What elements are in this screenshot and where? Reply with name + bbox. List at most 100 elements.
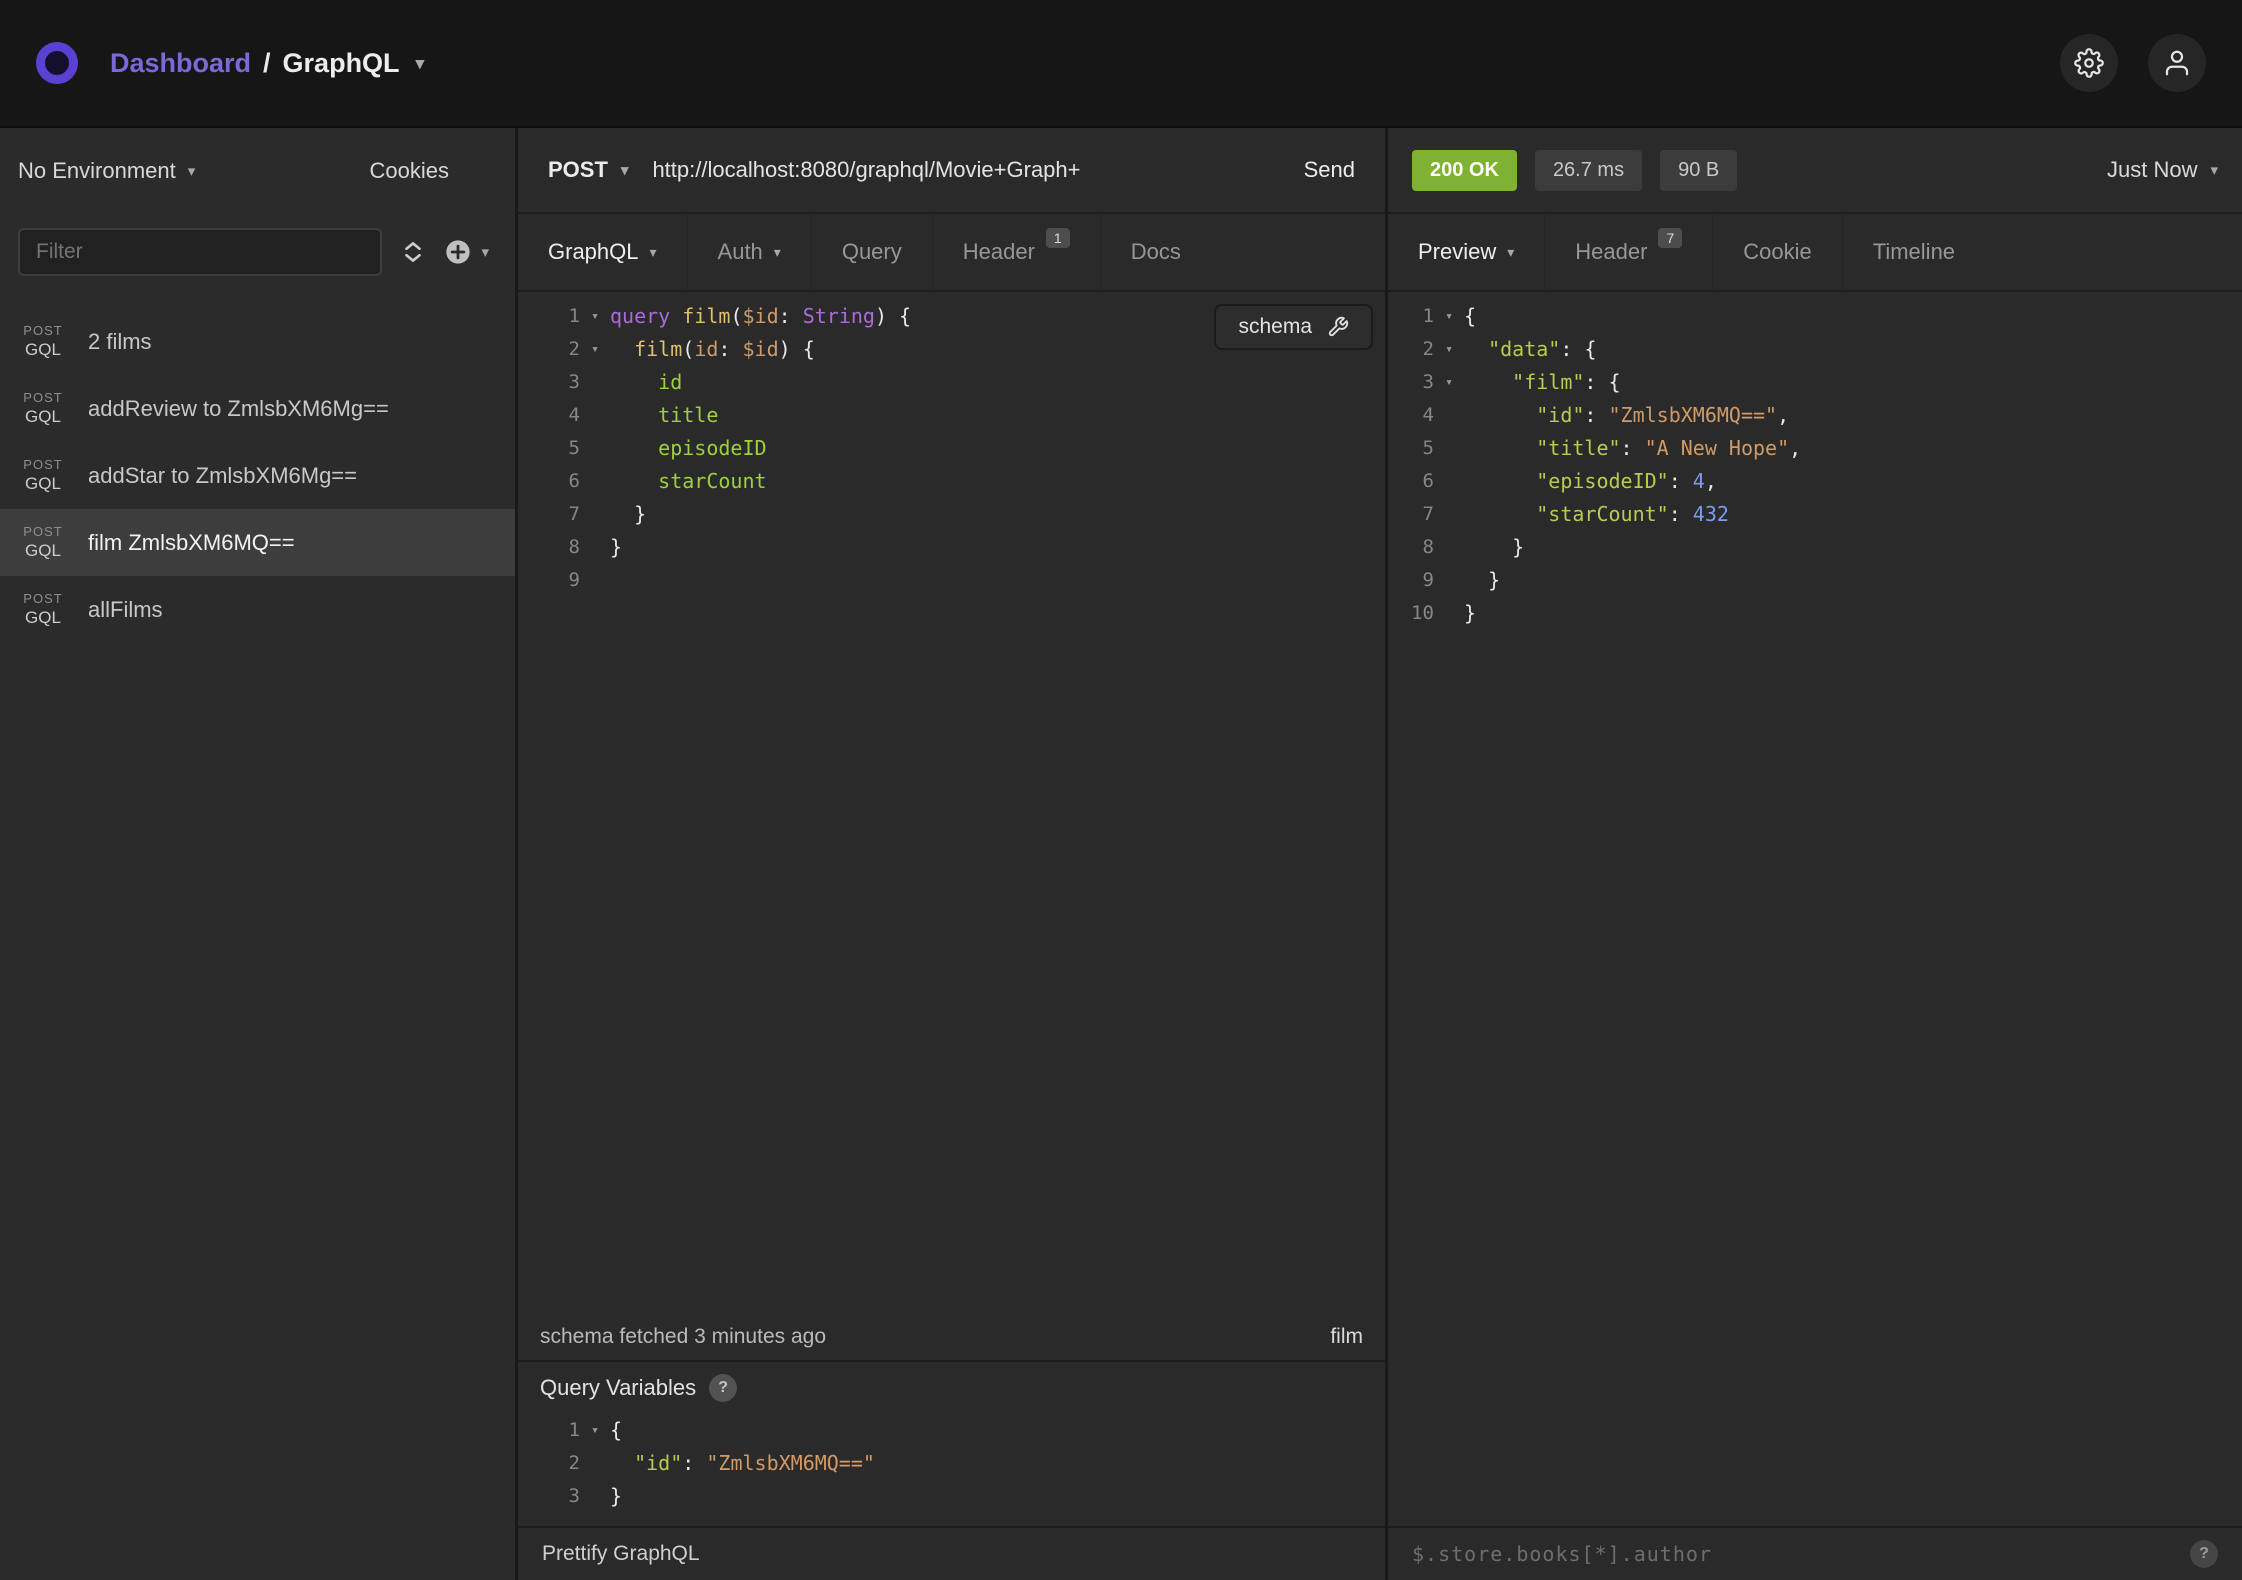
request-list-item[interactable]: POSTGQL 2 films [0, 308, 515, 375]
response-filter-input[interactable]: $.store.books[*].author [1412, 1542, 2176, 1566]
tab-timeline[interactable]: Timeline [1842, 214, 1985, 290]
environment-selector[interactable]: No Environment ▾ [18, 158, 195, 184]
history-chevron-down-icon: ▾ [2210, 163, 2218, 178]
response-body[interactable]: 1▾{2▾ "data": {3▾ "film": {4 "id": "Zmls… [1388, 292, 2242, 1526]
code-line: 2 "id": "ZmlsbXM6MQ==" [518, 1447, 1385, 1480]
fold-toggle-icon[interactable]: ▾ [1434, 300, 1464, 333]
tab-auth[interactable]: Auth▾ [687, 214, 811, 290]
token: query [610, 304, 670, 328]
fold-toggle-icon[interactable]: ▾ [1434, 333, 1464, 366]
fold-spacer [580, 564, 610, 597]
breadcrumb-dashboard-link[interactable]: Dashboard [110, 48, 251, 79]
token: : { [1560, 337, 1596, 361]
fold-spacer [580, 399, 610, 432]
method-label: POST [14, 391, 72, 405]
variables-code[interactable]: 1▾{2 "id": "ZmlsbXM6MQ=="3} [518, 1414, 1385, 1526]
code-line: 1▾{ [518, 1414, 1385, 1447]
request-tabbar: GraphQL▾Auth▾QueryHeader1Docs [518, 214, 1385, 292]
token: : [718, 337, 742, 361]
token: : [1669, 469, 1693, 493]
request-name: 2 films [88, 329, 152, 355]
token: , [1777, 403, 1789, 427]
code-line: 8} [518, 531, 1385, 564]
breadcrumb-workspace[interactable]: GraphQL [283, 48, 400, 79]
url-input[interactable]: http://localhost:8080/graphql/Movie+Grap… [652, 157, 1273, 183]
app-logo-icon[interactable] [36, 42, 78, 84]
line-number: 1 [518, 1414, 580, 1447]
request-list-item[interactable]: POSTGQLallFilms [0, 576, 515, 643]
tab-cookie[interactable]: Cookie [1712, 214, 1841, 290]
environment-label: No Environment [18, 158, 176, 184]
fold-toggle-icon[interactable]: ▾ [580, 333, 610, 366]
fold-toggle-icon[interactable]: ▾ [580, 300, 610, 333]
token: 432 [1693, 502, 1729, 526]
code-line: 4 "id": "ZmlsbXM6MQ==", [1388, 399, 2242, 432]
line-number: 9 [518, 564, 580, 597]
line-number: 6 [1388, 465, 1434, 498]
code-text: } [1464, 531, 1524, 564]
token: { [610, 1418, 622, 1442]
line-number: 2 [518, 333, 580, 366]
filter-help-icon[interactable]: ? [2190, 1540, 2218, 1568]
account-button[interactable] [2148, 34, 2206, 92]
schema-status-text: schema fetched 3 minutes ago [540, 1325, 826, 1349]
fold-spacer [1434, 597, 1464, 630]
wrench-icon [1327, 316, 1349, 338]
request-list-item[interactable]: POSTGQLaddReview to ZmlsbXM6Mg== [0, 375, 515, 442]
line-number: 4 [518, 399, 580, 432]
gql-label: GQL [14, 542, 72, 560]
fold-spacer [1434, 465, 1464, 498]
tab-label: Header [963, 239, 1035, 265]
schema-button[interactable]: schema [1214, 304, 1373, 350]
fold-spacer [580, 465, 610, 498]
fold-toggle-icon[interactable]: ▾ [580, 1414, 610, 1447]
prettify-button[interactable]: Prettify GraphQL [542, 1542, 700, 1566]
graphql-editor[interactable]: 1▾query film($id: String) {2▾ film(id: $… [518, 292, 1385, 1314]
token [610, 469, 658, 493]
tab-preview[interactable]: Preview▾ [1388, 214, 1544, 290]
token: id [694, 337, 718, 361]
token: ( [682, 337, 694, 361]
add-request-button[interactable]: ▾ [444, 238, 497, 266]
token [1464, 469, 1536, 493]
tab-header[interactable]: Header1 [932, 214, 1100, 290]
tab-docs[interactable]: Docs [1100, 214, 1211, 290]
request-list-item[interactable]: POSTGQLaddStar to ZmlsbXM6Mg== [0, 442, 515, 509]
code-line: 4 title [518, 399, 1385, 432]
code-line: 5 episodeID [518, 432, 1385, 465]
code-text: } [1464, 564, 1500, 597]
send-button[interactable]: Send [1274, 157, 1385, 183]
workspace-chevron-down-icon[interactable]: ▾ [416, 55, 425, 72]
code-text: "title": "A New Hope", [1464, 432, 1801, 465]
variables-help-icon[interactable]: ? [709, 1374, 737, 1402]
request-method-tag: POSTGQL [14, 324, 72, 358]
token: "data" [1488, 337, 1560, 361]
line-number: 9 [1388, 564, 1434, 597]
token: } [1464, 601, 1476, 625]
response-tabbar: Preview▾Header7CookieTimeline [1388, 214, 2242, 292]
tab-query[interactable]: Query [811, 214, 932, 290]
token: String [803, 304, 875, 328]
sort-button[interactable] [400, 238, 426, 266]
request-list-item[interactable]: POSTGQLfilm ZmlsbXM6MQ== [0, 509, 515, 576]
tab-header[interactable]: Header7 [1544, 214, 1712, 290]
token: } [1464, 568, 1500, 592]
cookies-button[interactable]: Cookies [370, 158, 495, 184]
code-line: 9 [518, 564, 1385, 597]
code-text: id [610, 366, 682, 399]
token: } [1464, 535, 1524, 559]
line-number: 5 [1388, 432, 1434, 465]
response-status-bar: 200 OK 26.7 ms 90 B Just Now ▾ [1388, 128, 2242, 214]
method-label: POST [14, 458, 72, 472]
plus-circle-icon [444, 238, 472, 266]
fold-toggle-icon[interactable]: ▾ [1434, 366, 1464, 399]
time-badge: 26.7 ms [1535, 150, 1642, 191]
filter-input[interactable] [18, 228, 382, 276]
response-history-dropdown[interactable]: Just Now ▾ [2107, 157, 2218, 183]
method-chevron-down-icon: ▾ [621, 163, 629, 178]
method-selector[interactable]: POST ▾ [518, 157, 652, 183]
settings-button[interactable] [2060, 34, 2118, 92]
gear-icon [2074, 48, 2104, 78]
tab-graphql[interactable]: GraphQL▾ [518, 214, 687, 290]
fold-spacer [580, 1480, 610, 1513]
